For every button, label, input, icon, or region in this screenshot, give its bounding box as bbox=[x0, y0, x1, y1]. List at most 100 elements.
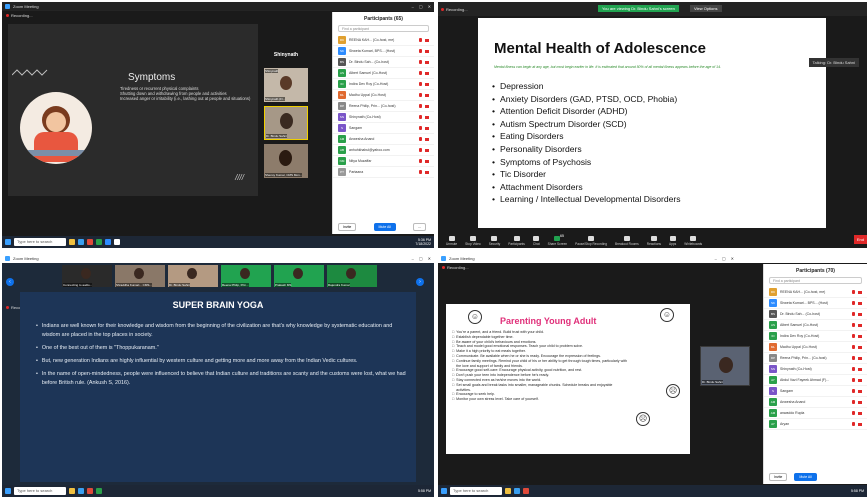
video-off-icon[interactable] bbox=[858, 400, 862, 404]
mic-muted-icon[interactable] bbox=[419, 159, 422, 163]
window-controls[interactable]: – ▢ ✕ bbox=[412, 256, 431, 261]
taskbar-clock[interactable]: 5:58 PM bbox=[418, 489, 431, 493]
mic-muted-icon[interactable] bbox=[852, 323, 855, 327]
participant-row[interactable]: SN Shinynath (Co-Host) bbox=[333, 112, 434, 123]
mic-muted-icon[interactable] bbox=[419, 60, 422, 64]
taskbar-app-icon[interactable] bbox=[87, 239, 93, 245]
mic-muted-icon[interactable] bbox=[852, 312, 855, 316]
control-button[interactable]: Reactions bbox=[647, 236, 661, 246]
video-tile[interactable]: Rajendra Kumar bbox=[327, 265, 377, 287]
control-button[interactable]: Participants bbox=[508, 236, 525, 246]
mic-muted-icon[interactable] bbox=[852, 301, 855, 305]
mic-muted-icon[interactable] bbox=[419, 82, 422, 86]
participant-row[interactable]: SK Shweta Kumari, BPS... (Host) bbox=[333, 46, 434, 57]
participant-row[interactable]: AY Abdul Vazi Fayeek Ahmad (F)... bbox=[764, 375, 867, 386]
more-button[interactable]: ... bbox=[413, 223, 426, 231]
control-button[interactable]: Apps bbox=[669, 236, 676, 246]
mic-muted-icon[interactable] bbox=[852, 345, 855, 349]
participant-row[interactable]: RP Reena Philip, Prin... (Co-host) bbox=[764, 353, 867, 364]
video-off-icon[interactable] bbox=[425, 159, 429, 163]
video-off-icon[interactable] bbox=[858, 367, 862, 371]
participant-search-input[interactable]: Find a participant bbox=[338, 25, 429, 32]
video-off-icon[interactable] bbox=[425, 93, 429, 97]
participant-row[interactable]: S Sangam bbox=[333, 123, 434, 134]
mic-muted-icon[interactable] bbox=[419, 137, 422, 141]
video-off-icon[interactable] bbox=[858, 345, 862, 349]
mic-muted-icon[interactable] bbox=[419, 38, 422, 42]
mute-all-button[interactable]: Mute All bbox=[373, 223, 396, 231]
participant-row[interactable]: BS Dr. Bindu Sah... (Co-host) bbox=[764, 309, 867, 320]
mic-muted-icon[interactable] bbox=[419, 126, 422, 130]
video-off-icon[interactable] bbox=[425, 126, 429, 130]
mic-muted-icon[interactable] bbox=[852, 356, 855, 360]
taskbar-search-input[interactable]: Type here to search bbox=[14, 238, 66, 246]
participant-row[interactable]: AM Anwesha Anand bbox=[764, 397, 867, 408]
video-off-icon[interactable] bbox=[425, 82, 429, 86]
control-button[interactable]: Breakout Rooms bbox=[615, 236, 639, 246]
nav-next-button[interactable]: ‹ bbox=[6, 278, 14, 286]
participant-row[interactable]: AS Albert Samuel (Co-Host) bbox=[764, 320, 867, 331]
mic-muted-icon[interactable] bbox=[852, 334, 855, 338]
video-off-icon[interactable] bbox=[425, 49, 429, 53]
control-button[interactable]: Security bbox=[489, 236, 500, 246]
video-off-icon[interactable] bbox=[425, 104, 429, 108]
video-off-icon[interactable] bbox=[425, 137, 429, 141]
taskbar-app-icon[interactable] bbox=[69, 488, 75, 494]
participant-row[interactable]: RP Reena Philip, Prin... (Co-host) bbox=[333, 101, 434, 112]
self-video-tile[interactable]: Dr. Bindu Sahni bbox=[700, 346, 750, 386]
video-off-icon[interactable] bbox=[425, 115, 429, 119]
video-off-icon[interactable] bbox=[425, 60, 429, 64]
recording-indicator[interactable]: Recording... bbox=[441, 7, 468, 12]
control-button[interactable]: Whiteboards bbox=[684, 236, 702, 246]
video-off-icon[interactable] bbox=[858, 389, 862, 393]
taskbar-app-icon[interactable] bbox=[78, 239, 84, 245]
mic-muted-icon[interactable] bbox=[419, 170, 422, 174]
taskbar-clock[interactable]: 5:36 PM 7/18/2022 bbox=[415, 238, 431, 246]
video-off-icon[interactable] bbox=[858, 356, 862, 360]
taskbar-app-icon[interactable] bbox=[514, 488, 520, 494]
mic-muted-icon[interactable] bbox=[419, 115, 422, 119]
participant-row[interactable]: RK REENA KAH... (Co-host, me) bbox=[333, 35, 434, 46]
taskbar-app-icon[interactable] bbox=[505, 488, 511, 494]
mute-all-button[interactable]: Mute All bbox=[794, 473, 817, 481]
video-tile[interactable]: Dr. Bindu Sahni bbox=[168, 265, 218, 287]
control-button[interactable]: Chat bbox=[533, 236, 540, 246]
participant-row[interactable]: SK Shweta Kumari... BPS... (Host) bbox=[764, 298, 867, 309]
mic-muted-icon[interactable] bbox=[852, 400, 855, 404]
video-off-icon[interactable] bbox=[425, 38, 429, 42]
video-off-icon[interactable] bbox=[858, 378, 862, 382]
mic-muted-icon[interactable] bbox=[419, 93, 422, 97]
participant-row[interactable]: AY Aryan bbox=[764, 419, 867, 430]
mic-muted-icon[interactable] bbox=[852, 411, 855, 415]
windows-start-icon[interactable] bbox=[441, 488, 447, 494]
mic-muted-icon[interactable] bbox=[419, 71, 422, 75]
participant-search-input[interactable]: Find a participant bbox=[769, 277, 862, 284]
participant-row[interactable]: NM Nitya Muzaffar bbox=[333, 156, 434, 167]
video-tile[interactable]: Dr. Bindu Sahni bbox=[264, 106, 308, 140]
participant-row[interactable]: ID Indira Dev Roy (Co-Host) bbox=[764, 331, 867, 342]
taskbar-clock[interactable]: 5:58 PM bbox=[851, 489, 864, 493]
window-controls[interactable]: – ▢ ✕ bbox=[412, 4, 431, 9]
video-tile[interactable]: Shraddha Kumari... CMS... bbox=[115, 265, 165, 287]
video-tile[interactable]: Shinynath Shinynath (Fr... bbox=[264, 68, 308, 102]
taskbar-app-icon[interactable] bbox=[78, 488, 84, 494]
video-off-icon[interactable] bbox=[425, 148, 429, 152]
taskbar-app-icon[interactable] bbox=[114, 239, 120, 245]
window-controls[interactable]: – ▢ ✕ bbox=[715, 256, 734, 261]
mic-muted-icon[interactable] bbox=[852, 422, 855, 426]
invite-button[interactable]: Invite bbox=[769, 473, 788, 481]
windows-start-icon[interactable] bbox=[5, 239, 11, 245]
video-off-icon[interactable] bbox=[858, 323, 862, 327]
invite-button[interactable]: Invite bbox=[338, 223, 357, 231]
control-button[interactable]: Pause/Stop Recording bbox=[575, 236, 607, 246]
mic-muted-icon[interactable] bbox=[852, 378, 855, 382]
participant-row[interactable]: PT Partaana bbox=[333, 167, 434, 178]
view-options-button[interactable]: View Options bbox=[690, 5, 722, 12]
video-off-icon[interactable] bbox=[858, 422, 862, 426]
participant-row[interactable]: AM Anwesha Anand bbox=[333, 134, 434, 145]
windows-start-icon[interactable] bbox=[5, 488, 11, 494]
nav-prev-button[interactable]: › bbox=[416, 278, 424, 286]
video-off-icon[interactable] bbox=[858, 334, 862, 338]
recording-indicator[interactable]: Recording... bbox=[442, 265, 469, 270]
control-button[interactable]: Share Screen bbox=[548, 236, 567, 246]
